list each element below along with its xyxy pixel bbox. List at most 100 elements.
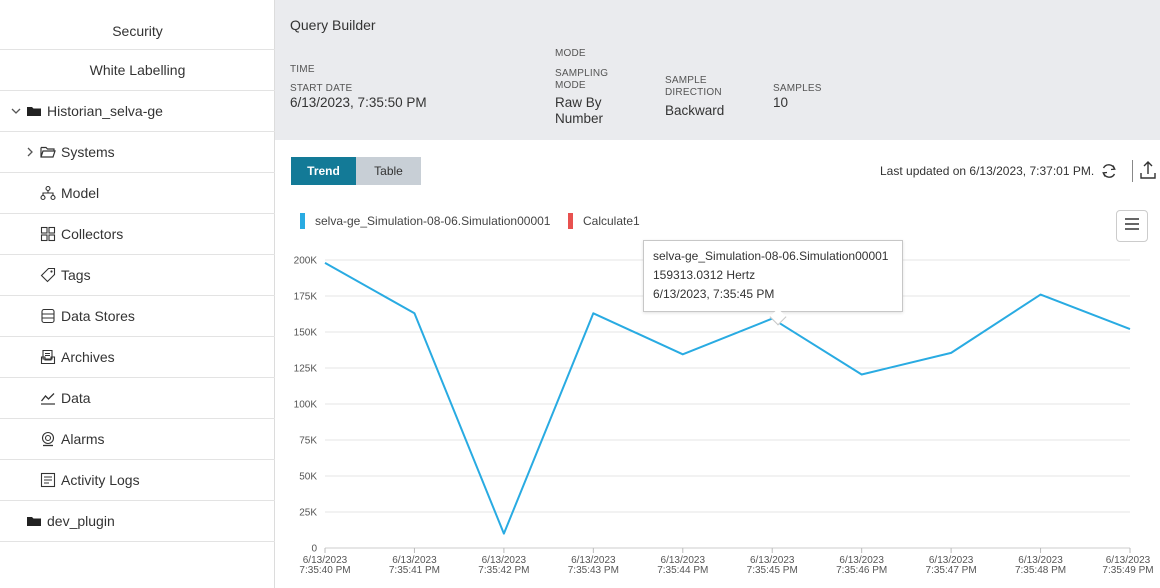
sidebar-item-label: Alarms — [61, 431, 105, 447]
samples-label: SAMPLES — [773, 83, 822, 94]
database-icon — [40, 308, 56, 324]
time-label: TIME — [290, 64, 315, 75]
sidebar-item-tags[interactable]: Tags — [0, 255, 275, 296]
sidebar-item-collectors[interactable]: Collectors — [0, 214, 275, 255]
sidebar-item-label: dev_plugin — [47, 513, 115, 529]
x-tick-label: 6/13/2023 7:35:40 PM — [299, 555, 350, 576]
sampling-mode-label: SAMPLING MODE — [555, 68, 609, 91]
sidebar-item-data-stores[interactable]: Data Stores — [0, 296, 275, 337]
grid-icon — [40, 226, 56, 242]
folder-filled-icon — [26, 513, 42, 529]
chevron-right-icon[interactable] — [24, 146, 36, 158]
data-point[interactable] — [412, 311, 416, 315]
legend-label: Calculate1 — [583, 214, 640, 228]
sidebar-item-label: Systems — [61, 144, 115, 160]
sidebar-item-white-labelling[interactable]: White Labelling — [0, 50, 275, 91]
y-tick-label: 175K — [294, 292, 318, 303]
last-updated-text: Last updated on 6/13/2023, 7:37:01 PM. — [880, 164, 1095, 178]
export-icon[interactable] — [1140, 160, 1156, 180]
sidebar-item-dev-plugin[interactable]: dev_plugin — [0, 501, 275, 542]
sample-direction-value: Backward — [665, 103, 725, 118]
y-axis: 0 25K 50K 75K 100K 125K 150K 175K 200K — [294, 256, 318, 555]
start-date-value: 6/13/2023, 7:35:50 PM — [290, 95, 427, 110]
chart-menu-button[interactable] — [1116, 210, 1148, 242]
sidebar-item-data[interactable]: Data — [0, 378, 275, 419]
tag-icon — [40, 267, 56, 283]
sidebar-item-label: White Labelling — [89, 62, 186, 78]
y-tick-label: 125K — [294, 364, 318, 375]
x-axis: 6/13/2023 7:35:40 PM 6/13/2023 7:35:41 PM 6/… — [299, 548, 1154, 576]
legend-swatch — [300, 213, 305, 229]
x-tick-label: 6/13/2023 7:35:48 PM — [1015, 555, 1066, 576]
sidebar-item-label: Security — [112, 22, 163, 39]
sidebar-item-alarms[interactable]: Alarms — [0, 419, 275, 460]
tab-table[interactable]: Table — [356, 157, 421, 185]
folder-open-icon — [40, 144, 56, 160]
y-tick-label: 75K — [299, 436, 317, 447]
sidebar-item-label: Historian_selva-ge — [47, 103, 163, 119]
view-tabs: Trend Table — [291, 157, 421, 185]
y-tick-label: 150K — [294, 328, 318, 339]
x-tick-label: 6/13/2023 7:35:46 PM — [836, 555, 887, 576]
y-tick-label: 200K — [294, 256, 318, 267]
data-point[interactable] — [502, 532, 506, 536]
archive-icon — [40, 349, 56, 365]
legend-item-calculate[interactable]: Calculate1 — [568, 213, 640, 229]
hamburger-icon — [1124, 217, 1140, 236]
sidebar-item-model[interactable]: Model — [0, 173, 275, 214]
tab-trend[interactable]: Trend — [291, 157, 356, 185]
y-tick-label: 100K — [294, 400, 318, 411]
chevron-down-icon[interactable] — [10, 105, 22, 117]
x-tick-label: 6/13/2023 7:35:45 PM — [747, 555, 798, 576]
x-tick-label: 6/13/2023 7:35:44 PM — [657, 555, 708, 576]
x-tick-label: 6/13/2023 7:35:47 PM — [926, 555, 977, 576]
model-hierarchy-icon — [40, 185, 56, 201]
tooltip-time: 6/13/2023, 7:35:45 PM — [653, 287, 775, 301]
sidebar: Security White Labelling Historian_selva… — [0, 0, 275, 588]
data-point[interactable] — [860, 372, 864, 376]
folder-filled-icon — [26, 103, 42, 119]
x-tick-label: 6/13/2023 7:35:43 PM — [568, 555, 619, 576]
sidebar-item-activity-logs[interactable]: Activity Logs — [0, 460, 275, 501]
sidebar-item-systems[interactable]: Systems — [0, 132, 275, 173]
sidebar-item-label: Tags — [61, 267, 91, 283]
activity-log-icon — [40, 472, 56, 488]
toolbar-divider — [1132, 160, 1133, 182]
sidebar-item-label: Data — [61, 390, 91, 406]
samples-value: 10 — [773, 95, 789, 110]
x-tick-label: 6/13/2023 7:35:41 PM — [389, 555, 440, 576]
sidebar-item-label: Activity Logs — [61, 472, 140, 488]
tooltip-series: selva-ge_Simulation-08-06.Simulation0000… — [653, 249, 889, 263]
mode-label: MODE — [555, 48, 586, 59]
x-tick-label: 6/13/2023 7:35:49 PM — [1102, 555, 1153, 576]
sidebar-item-security[interactable]: Security — [0, 12, 275, 50]
refresh-icon[interactable] — [1100, 162, 1118, 180]
data-point[interactable] — [1039, 293, 1043, 297]
chart-line-icon — [40, 390, 56, 406]
alarm-icon — [40, 431, 56, 447]
query-builder-title: Query Builder — [290, 17, 376, 33]
data-point[interactable] — [1128, 327, 1132, 331]
sidebar-item-label: Model — [61, 185, 100, 201]
chart-tooltip: selva-ge_Simulation-08-06.Simulation0000… — [643, 240, 903, 312]
data-point[interactable] — [591, 311, 595, 315]
y-tick-label: 50K — [299, 472, 317, 483]
legend-item-simulation[interactable]: selva-ge_Simulation-08-06.Simulation0000… — [300, 213, 550, 229]
legend-label: selva-ge_Simulation-08-06.Simulation0000… — [315, 214, 551, 228]
y-tick-label: 25K — [299, 508, 317, 519]
start-date-label: START DATE — [290, 83, 353, 94]
sidebar-item-archives[interactable]: Archives — [0, 337, 275, 378]
sampling-mode-value: Raw By Number — [555, 95, 604, 126]
sidebar-item-label: Collectors — [61, 226, 124, 242]
x-tick-label: 6/13/2023 7:35:42 PM — [478, 555, 529, 576]
data-point[interactable] — [323, 261, 327, 265]
tooltip-value: 159313.0312 Hertz — [653, 268, 756, 282]
sidebar-item-label: Archives — [61, 349, 115, 365]
legend-swatch — [568, 213, 573, 229]
data-point[interactable] — [681, 352, 685, 356]
sidebar-item-label: Data Stores — [61, 308, 135, 324]
y-tick-label: 0 — [311, 544, 317, 555]
query-builder-panel: Query Builder TIME START DATE 6/13/2023,… — [275, 0, 1160, 140]
sidebar-item-historian[interactable]: Historian_selva-ge — [0, 91, 275, 132]
data-point[interactable] — [949, 351, 953, 355]
